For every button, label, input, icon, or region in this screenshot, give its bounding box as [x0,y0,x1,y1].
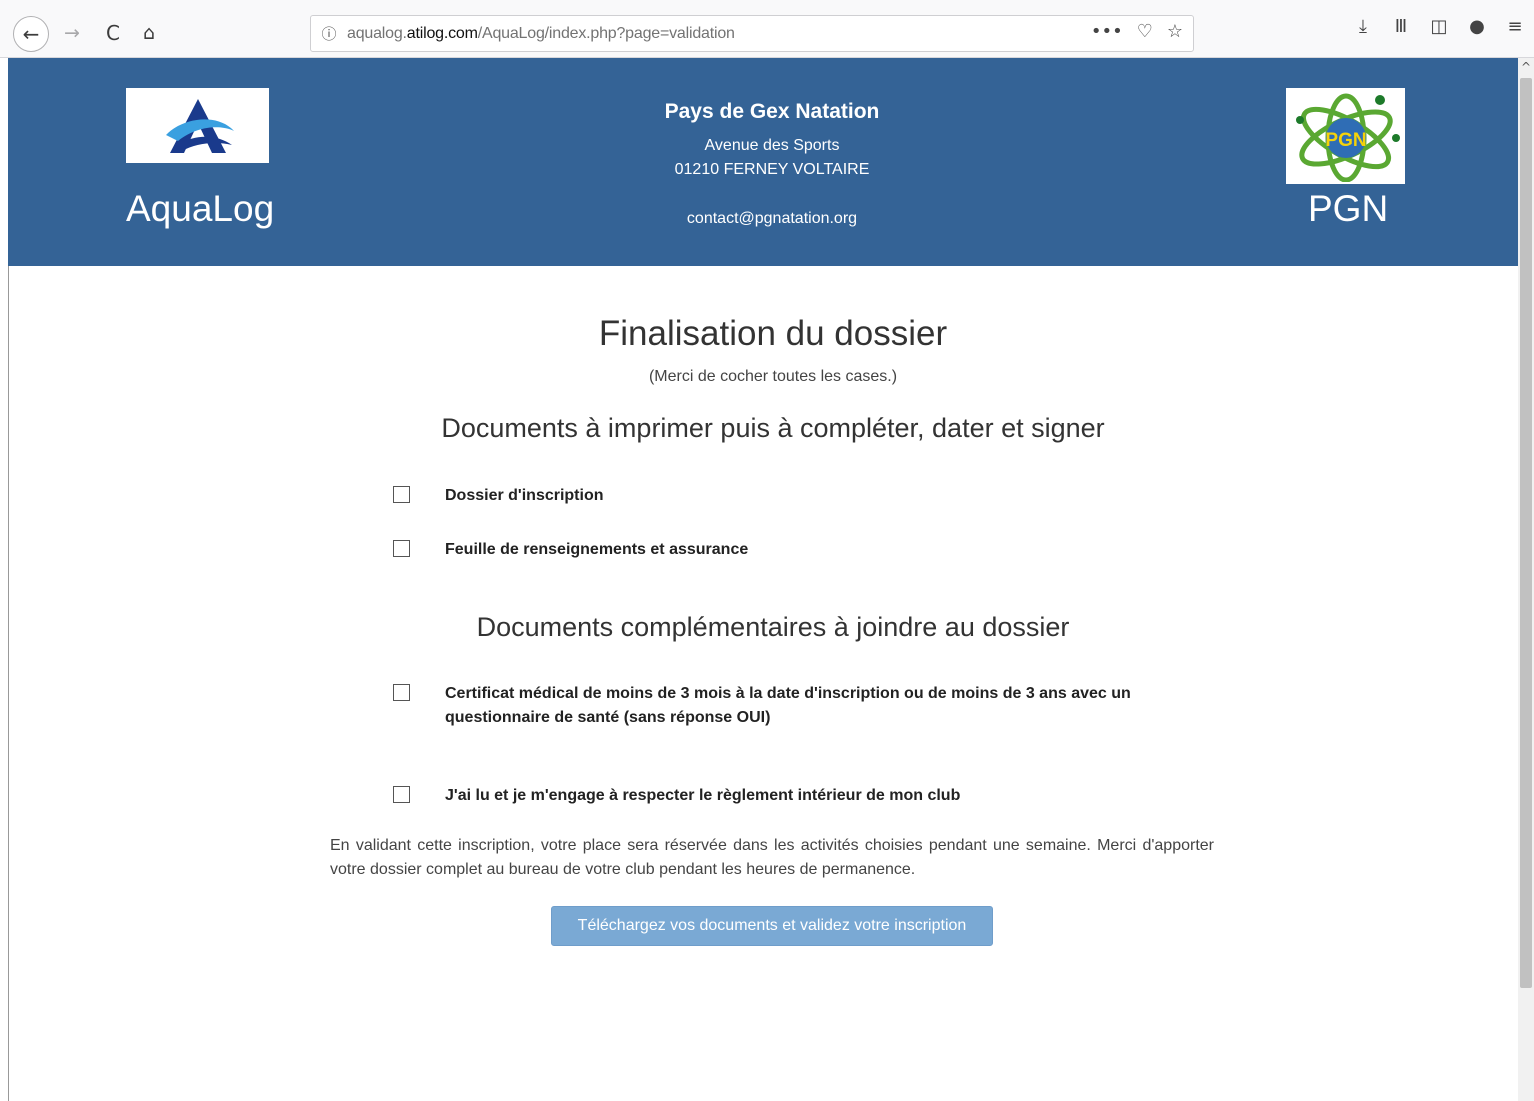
pocket-icon[interactable]: ♡ [1137,21,1153,42]
site-header: AquaLog Pays de Gex Natation Avenue des … [8,58,1518,266]
library-icon[interactable]: Ⅲ [1382,16,1420,37]
validation-form: Finalisation du dossier (Merci de cocher… [8,266,1518,1101]
certificat-medical-checkbox[interactable] [393,684,410,701]
certificat-medical-label[interactable]: Certificat médical de moins de 3 mois à … [445,682,1235,730]
feuille-renseignements-checkbox[interactable] [393,540,410,557]
pgn-logo-text: PGN [1325,130,1366,151]
reload-icon[interactable]: C [95,15,131,51]
url-prefix: aqualog. [347,24,407,42]
checkbox-row-dossier: Dossier d'inscription [393,484,1235,508]
browser-toolbar: ← → C ⌂ ⓘ aqualog.atilog.com/AquaLog/ind… [0,0,1534,58]
club-info: Pays de Gex Natation Avenue des Sports 0… [568,98,976,231]
page-actions-icon[interactable]: ••• [1091,21,1123,42]
dossier-inscription-label[interactable]: Dossier d'inscription [445,484,1235,508]
url-domain: atilog.com [406,24,478,42]
menu-icon[interactable]: ≡ [1496,16,1534,37]
info-icon[interactable]: ⓘ [311,23,347,44]
page-title: Finalisation du dossier [598,314,948,353]
checkbox-row-feuille: Feuille de renseignements et assurance [393,538,1235,562]
scrollbar[interactable]: ^ [1518,58,1534,1101]
reglement-checkbox[interactable] [393,786,410,803]
pgn-logo-icon: PGN [1295,93,1400,182]
aqualog-logo-icon [165,98,234,153]
feuille-renseignements-label[interactable]: Feuille de renseignements et assurance [445,538,1235,562]
reservation-info-text: En validant cette inscription, votre pla… [330,837,1214,878]
dossier-inscription-checkbox[interactable] [393,486,410,503]
club-name: Pays de Gex Natation [664,100,880,123]
scroll-thumb[interactable] [1520,78,1532,988]
pgn-logo[interactable]: PGN [1286,88,1405,184]
back-icon[interactable]: ← [13,16,49,52]
url-path: /AquaLog/index.php?page=validation [477,24,735,42]
sidebar-icon[interactable]: ◫ [1420,16,1458,37]
checkbox-row-reglement: J'ai lu et je m'engage à respecter le rè… [393,784,1235,808]
address-line2: 01210 FERNEY VOLTAIRE [674,161,870,178]
download-icon[interactable]: ⤓ [1344,16,1382,37]
pgn-brand: PGN [1308,188,1389,229]
address-line1: Avenue des Sports [704,137,840,154]
aqualog-logo[interactable] [126,88,269,163]
aqualog-brand: AquaLog [126,188,275,229]
club-email[interactable]: contact@pgnatation.org [568,207,976,231]
forward-icon[interactable]: → [54,15,90,51]
checkbox-row-certificat: Certificat médical de moins de 3 mois à … [393,682,1235,730]
bookmark-star-icon[interactable]: ☆ [1167,21,1183,42]
section-additional-documents-title: Documents complémentaires à joindre au d… [476,612,1070,642]
page-subtitle: (Merci de cocher toutes les cases.) [648,368,898,385]
submit-validate-button[interactable]: Téléchargez vos documents et validez vot… [551,906,993,946]
section-print-documents-title: Documents à imprimer puis à compléter, d… [441,413,1105,443]
account-icon[interactable]: ● [1458,16,1496,37]
reglement-label[interactable]: J'ai lu et je m'engage à respecter le rè… [445,784,1235,808]
home-icon[interactable]: ⌂ [131,15,167,51]
address-bar[interactable]: ⓘ aqualog.atilog.com/AquaLog/index.php?p… [310,15,1194,52]
scroll-up-icon[interactable]: ^ [1521,60,1531,74]
url-text[interactable]: aqualog.atilog.com/AquaLog/index.php?pag… [347,25,735,43]
